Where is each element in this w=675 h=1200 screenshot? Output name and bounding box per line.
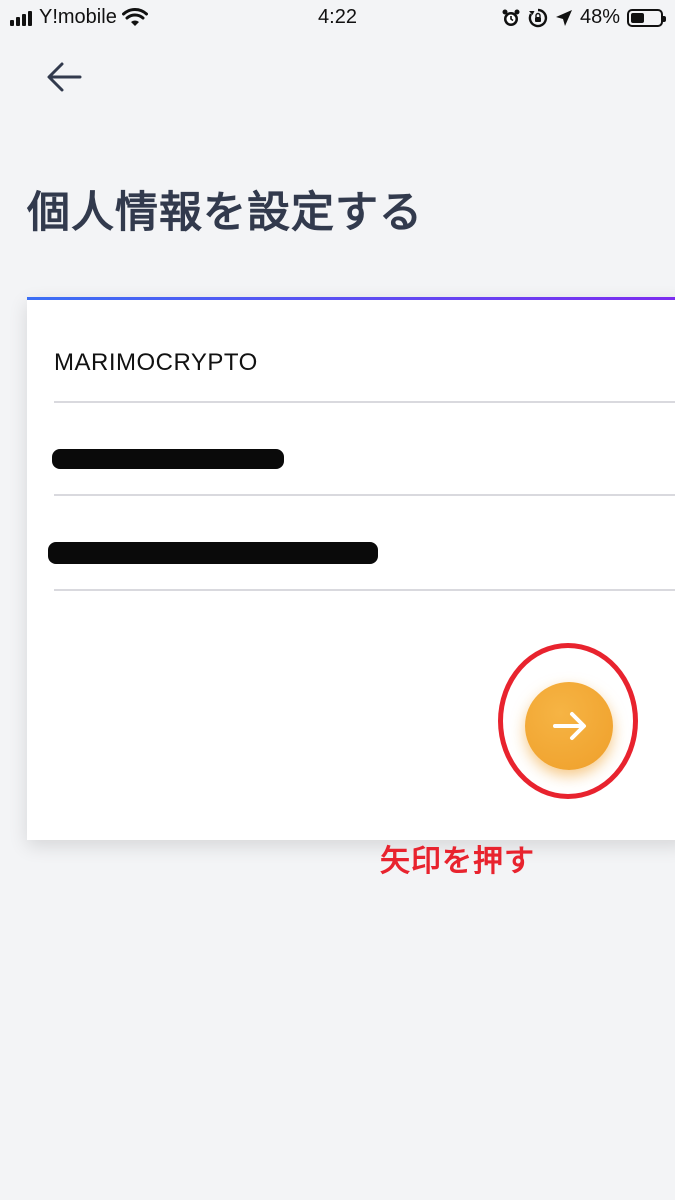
battery-level-fill — [631, 12, 645, 23]
annotation-label: 矢印を押す — [380, 844, 535, 879]
back-button[interactable] — [42, 56, 90, 98]
location-icon — [555, 9, 572, 26]
arrow-left-icon — [47, 62, 82, 92]
redacted-field-2[interactable] — [48, 537, 675, 591]
name-field[interactable]: MARIMOCRYPTO — [54, 349, 675, 403]
name-field-value: MARIMOCRYPTO — [54, 349, 258, 376]
status-right: 48% — [501, 6, 666, 29]
rotation-lock-icon — [528, 8, 548, 27]
redaction-mark — [48, 542, 378, 564]
alarm-icon — [502, 9, 520, 26]
page-title: 個人情報を設定する — [27, 188, 423, 238]
card-accent-bar — [27, 297, 675, 300]
status-bar: Y!mobile 4:22 48% — [0, 0, 675, 38]
battery-percent: 48% — [579, 6, 620, 28]
redacted-field-1[interactable] — [52, 443, 675, 496]
annotation-highlight-circle — [498, 643, 638, 799]
battery-icon — [627, 8, 666, 27]
redaction-mark — [52, 449, 284, 469]
